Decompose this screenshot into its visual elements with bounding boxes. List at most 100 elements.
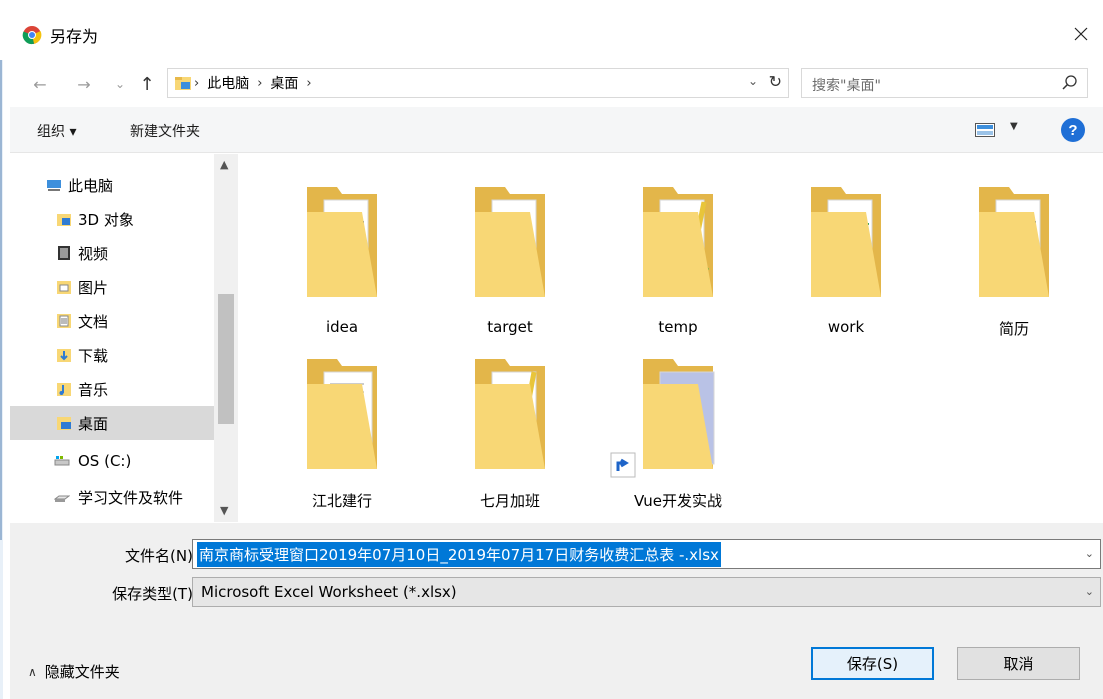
search-placeholder: 搜索"桌面" bbox=[812, 78, 881, 94]
breadcrumb-desktop[interactable]: 桌面 bbox=[270, 73, 298, 93]
folder-label: 简历 bbox=[998, 320, 1029, 338]
organize-menu[interactable]: 组织 ▾ bbox=[37, 121, 76, 141]
sidebar-item-music[interactable]: 音乐 bbox=[10, 372, 214, 406]
new-folder-button[interactable]: 新建文件夹 bbox=[130, 121, 200, 141]
folder-item-target[interactable]: target bbox=[450, 162, 570, 336]
folder-word-icon bbox=[307, 187, 377, 297]
title-bar: 另存为 bbox=[0, 0, 1103, 60]
folder-label: Vue开发实战 bbox=[634, 492, 722, 510]
folder-label: 江北建行 bbox=[311, 492, 372, 510]
back-button[interactable]: ← bbox=[28, 72, 52, 96]
filetype-value: Microsoft Excel Worksheet (*.xlsx) bbox=[201, 583, 457, 601]
view-dropdown-icon[interactable]: ▼ bbox=[1010, 121, 1018, 132]
folder-word-icon bbox=[979, 187, 1049, 297]
sidebar-item-label: 学习文件及软件 bbox=[78, 488, 184, 507]
folder-shortcut-video-icon bbox=[643, 359, 715, 469]
view-icon[interactable] bbox=[975, 123, 995, 137]
desktop-folder-icon bbox=[175, 77, 191, 90]
folder-item-idea[interactable]: idea bbox=[282, 162, 402, 336]
pictures-icon bbox=[57, 281, 71, 294]
folder-item-resume[interactable]: 简历 bbox=[954, 162, 1074, 338]
save-form-panel: 文件名(N): 南京商标受理窗口2019年07月10日_2019年07月17日财… bbox=[10, 523, 1103, 699]
folder-image-icon bbox=[475, 359, 545, 469]
sidebar-item-downloads[interactable]: 下载 bbox=[10, 338, 214, 372]
chevron-down-icon: ⌄ bbox=[114, 77, 126, 91]
folder-item-work[interactable]: work bbox=[786, 162, 906, 336]
chevron-down-icon[interactable]: ⌄ bbox=[1085, 547, 1094, 560]
up-arrow-icon: ↑ bbox=[139, 73, 155, 95]
breadcrumb-this-pc[interactable]: 此电脑 bbox=[207, 73, 249, 93]
navigation-scrollbar[interactable]: ▲ ▼ bbox=[214, 154, 238, 522]
sidebar-item-videos[interactable]: 视频 bbox=[10, 236, 214, 270]
up-button[interactable]: ↑ bbox=[135, 72, 159, 96]
sidebar-item-label: 视频 bbox=[78, 244, 109, 263]
downloads-icon bbox=[57, 349, 71, 362]
breadcrumb-separator[interactable]: › bbox=[306, 76, 311, 91]
sidebar-item-label: 此电脑 bbox=[68, 176, 114, 195]
sidebar-item-study-drive[interactable]: 学习文件及软件 bbox=[10, 480, 214, 514]
folder-blank-icon bbox=[475, 187, 545, 297]
search-icon bbox=[1062, 75, 1077, 90]
folder-label: work bbox=[827, 318, 865, 336]
back-arrow-icon: ← bbox=[33, 74, 47, 94]
chevron-down-icon[interactable]: ⌄ bbox=[1085, 585, 1094, 598]
filename-row: 文件名(N): 南京商标受理窗口2019年07月10日_2019年07月17日财… bbox=[10, 539, 1103, 569]
filename-label: 文件名(N): bbox=[125, 547, 198, 565]
breadcrumb-separator[interactable]: › bbox=[194, 76, 199, 91]
sidebar-item-documents[interactable]: 文档 bbox=[10, 304, 214, 338]
folder-label: 七月加班 bbox=[479, 492, 540, 510]
chevron-up-icon: ∧ bbox=[28, 664, 37, 679]
scroll-thumb[interactable] bbox=[218, 294, 234, 424]
navigation-pane: 此电脑 3D 对象 视频 图片 文档 下载 音乐 桌面 OS (C:) 学习文件… bbox=[10, 154, 238, 522]
chrome-icon bbox=[22, 26, 42, 45]
documents-icon bbox=[57, 314, 71, 328]
filename-value: 南京商标受理窗口2019年07月10日_2019年07月17日财务收费汇总表 -… bbox=[197, 541, 721, 567]
sidebar-item-3d-objects[interactable]: 3D 对象 bbox=[10, 202, 214, 236]
file-list-view: idea target temp work 简历 江北建行 七月加班 Vue开发… bbox=[240, 154, 1103, 522]
sidebar-item-label: 桌面 bbox=[78, 414, 109, 433]
refresh-icon[interactable]: ↻ bbox=[769, 72, 782, 91]
search-input[interactable]: 搜索"桌面" bbox=[801, 68, 1088, 98]
sidebar-item-label: 音乐 bbox=[78, 380, 109, 399]
address-dropdown-icon[interactable]: ⌄ bbox=[748, 74, 758, 88]
hide-folders-label: 隐藏文件夹 bbox=[44, 663, 120, 681]
hide-folders-toggle[interactable]: ∧ 隐藏文件夹 bbox=[28, 661, 120, 682]
sidebar-item-desktop[interactable]: 桌面 bbox=[10, 406, 214, 440]
sidebar-item-pictures[interactable]: 图片 bbox=[10, 270, 214, 304]
sidebar-item-label: 3D 对象 bbox=[78, 210, 134, 229]
window-title: 另存为 bbox=[50, 27, 99, 46]
cancel-button[interactable]: 取消 bbox=[957, 647, 1080, 680]
folder-word-pencil-icon bbox=[643, 187, 713, 297]
filetype-select[interactable]: Microsoft Excel Worksheet (*.xlsx) ⌄ bbox=[192, 577, 1101, 607]
address-bar[interactable]: › 此电脑 › 桌面 › ⌄ ↻ bbox=[167, 68, 789, 98]
3d-objects-icon bbox=[57, 214, 71, 226]
breadcrumb-separator[interactable]: › bbox=[257, 76, 262, 91]
forward-arrow-icon: → bbox=[77, 74, 91, 94]
save-button[interactable]: 保存(S) bbox=[811, 647, 934, 680]
sidebar-item-label: 下载 bbox=[78, 346, 109, 365]
folder-item-temp[interactable]: temp bbox=[618, 162, 738, 336]
computer-icon bbox=[47, 180, 61, 191]
forward-button[interactable]: → bbox=[72, 72, 96, 96]
video-icon bbox=[58, 246, 70, 260]
scroll-down-icon[interactable]: ▼ bbox=[220, 504, 228, 517]
window-left-edge bbox=[0, 0, 3, 699]
folder-item-july-overtime[interactable]: 七月加班 bbox=[450, 334, 570, 510]
drive-icon bbox=[54, 495, 70, 502]
music-icon bbox=[57, 383, 71, 396]
filename-input[interactable]: 南京商标受理窗口2019年07月10日_2019年07月17日财务收费汇总表 -… bbox=[192, 539, 1101, 569]
sidebar-item-label: OS (C:) bbox=[78, 452, 132, 470]
folder-item-jiangbei[interactable]: 江北建行 bbox=[282, 334, 402, 510]
desktop-icon bbox=[57, 417, 71, 430]
help-icon[interactable]: ? bbox=[1061, 118, 1085, 142]
sidebar-item-this-pc[interactable]: 此电脑 bbox=[10, 168, 214, 202]
command-bar: 组织 ▾ 新建文件夹 ▼ ? bbox=[10, 107, 1103, 153]
folder-item-vue[interactable]: Vue开发实战 bbox=[610, 334, 738, 510]
close-button[interactable] bbox=[1059, 14, 1103, 54]
recent-locations-button[interactable]: ⌄ bbox=[108, 72, 132, 96]
filetype-label: 保存类型(T): bbox=[112, 585, 198, 603]
filetype-row: 保存类型(T): Microsoft Excel Worksheet (*.xl… bbox=[10, 577, 1103, 607]
scroll-up-icon[interactable]: ▲ bbox=[220, 158, 228, 171]
folder-document-icon bbox=[307, 359, 377, 469]
sidebar-item-os-c[interactable]: OS (C:) bbox=[10, 444, 214, 478]
